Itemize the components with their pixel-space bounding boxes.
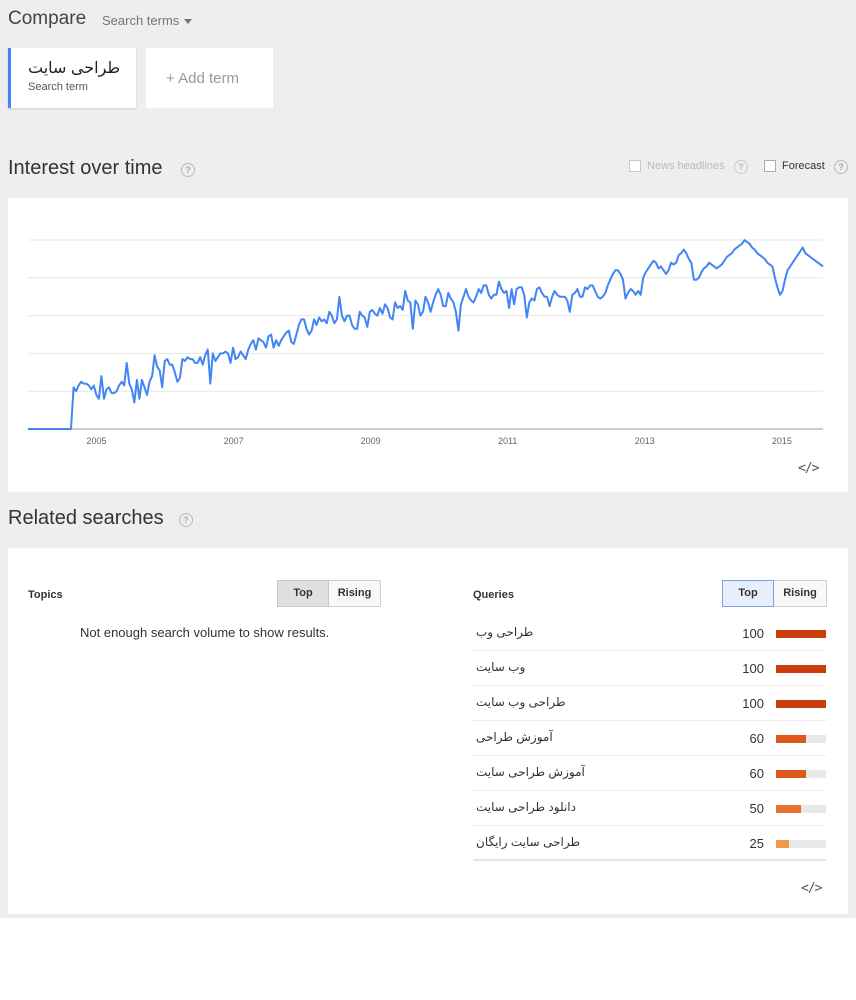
query-bar-track (776, 805, 826, 813)
interest-over-time-title: Interest over time (8, 157, 163, 179)
x-tick-label: 2005 (87, 436, 107, 446)
search-term-card[interactable]: طراحی سایت Search term (8, 48, 136, 108)
query-value: 60 (749, 731, 764, 746)
query-bar (776, 700, 826, 708)
query-row[interactable]: طراحی سایت رایگان 25 (473, 826, 826, 861)
series-line (28, 239, 824, 430)
x-tick-label: 2013 (635, 436, 655, 446)
query-bar (776, 805, 801, 813)
query-value: 100 (742, 696, 764, 711)
topics-toggle: Top Rising (277, 580, 381, 607)
forecast-option[interactable]: Forecast (764, 160, 825, 173)
query-bar-track (776, 770, 826, 778)
add-term-label: + Add term (166, 70, 239, 87)
query-row[interactable]: طراحی وب 100 (473, 616, 826, 651)
x-tick-label: 2015 (772, 436, 792, 446)
topics-empty-message: Not enough search volume to show results… (80, 625, 330, 640)
query-row[interactable]: دانلود طراحی سایت 50 (473, 791, 826, 826)
query-value: 50 (749, 801, 764, 816)
news-headlines-checkbox[interactable] (629, 160, 641, 173)
queries-top-tab[interactable]: Top (722, 580, 774, 607)
topics-rising-tab[interactable]: Rising (329, 580, 381, 607)
search-terms-dropdown[interactable]: Search terms (102, 13, 193, 28)
query-label: وب سایت (476, 660, 526, 674)
forecast-label: Forecast (782, 160, 825, 172)
embed-code-icon[interactable]: </> (798, 461, 820, 476)
queries-toggle: Top Rising (722, 580, 827, 607)
forecast-checkbox[interactable] (764, 160, 776, 173)
query-bar-track (776, 630, 826, 638)
query-row[interactable]: آموزش طراحی سایت 60 (473, 756, 826, 791)
compare-title: Compare (8, 8, 87, 29)
news-headlines-label: News headlines (647, 160, 725, 172)
query-value: 100 (742, 626, 764, 641)
x-tick-label: 2007 (224, 436, 244, 446)
query-bar (776, 735, 806, 743)
query-label: طراحی وب سایت (476, 695, 566, 709)
query-label: آموزش طراحی سایت (476, 765, 585, 779)
search-terms-label: Search terms (102, 13, 180, 28)
add-term-button[interactable]: + Add term (146, 48, 273, 108)
query-label: طراحی سایت رایگان (476, 835, 580, 849)
search-term-text: طراحی سایت (28, 60, 121, 77)
news-headlines-option[interactable]: News headlines (629, 160, 725, 173)
query-bar (776, 770, 806, 778)
interest-chart: 2005 2007 2009 2011 2013 2015 (28, 239, 824, 446)
query-bar-track (776, 700, 826, 708)
related-help-icon[interactable]: ? (179, 513, 193, 527)
help-icon[interactable]: ? (181, 163, 195, 177)
query-value: 60 (749, 766, 764, 781)
x-tick-label: 2011 (498, 436, 517, 446)
query-bar (776, 665, 826, 673)
caret-down-icon (184, 19, 193, 25)
queries-rising-tab[interactable]: Rising (774, 580, 827, 607)
search-term-subtitle: Search term (28, 81, 88, 93)
query-label: آموزش طراحی (476, 730, 553, 744)
interest-chart-panel: 2005 2007 2009 2011 2013 2015 </> (8, 198, 848, 492)
query-value: 25 (749, 836, 764, 851)
queries-title: Queries (473, 589, 514, 601)
query-label: طراحی وب (476, 625, 534, 639)
x-tick-label: 2009 (361, 436, 381, 446)
query-bar-track (776, 735, 826, 743)
news-help-icon[interactable]: ? (734, 160, 748, 174)
query-value: 100 (742, 661, 764, 676)
query-bar (776, 840, 789, 848)
query-bar (776, 630, 826, 638)
query-row[interactable]: آموزش طراحی 60 (473, 721, 826, 756)
embed-code-icon[interactable]: </> (801, 881, 823, 896)
topics-title: Topics (28, 589, 63, 601)
topics-top-tab[interactable]: Top (277, 580, 329, 607)
query-bar-track (776, 665, 826, 673)
query-row[interactable]: وب سایت 100 (473, 651, 826, 686)
related-searches-title: Related searches (8, 507, 164, 529)
forecast-help-icon[interactable]: ? (834, 160, 848, 174)
query-label: دانلود طراحی سایت (476, 800, 576, 814)
query-bar-track (776, 840, 826, 848)
query-row[interactable]: طراحی وب سایت 100 (473, 686, 826, 721)
